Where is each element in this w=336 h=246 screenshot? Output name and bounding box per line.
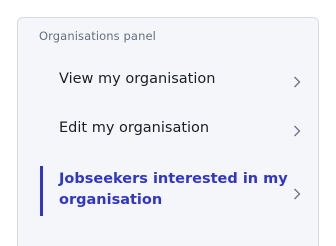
organisations-panel: Organisations panel View my organisation… [17,17,319,246]
panel-title: Organisations panel [39,29,156,43]
nav-item-edit-my-organisation[interactable]: Edit my organisation [18,112,318,152]
chevron-right-icon [290,124,304,138]
nav-item-label: Edit my organisation [59,120,210,136]
chevron-right-icon [290,75,304,89]
nav-item-label: View my organisation [59,71,216,87]
nav-item-view-my-organisation[interactable]: View my organisation [18,62,318,102]
nav-item-jobseekers-interested[interactable]: Jobseekers interested in my organisation [18,160,318,222]
chevron-right-icon [290,187,304,201]
nav-item-label: Jobseekers interested in my organisation [59,171,288,208]
active-indicator [40,166,43,216]
